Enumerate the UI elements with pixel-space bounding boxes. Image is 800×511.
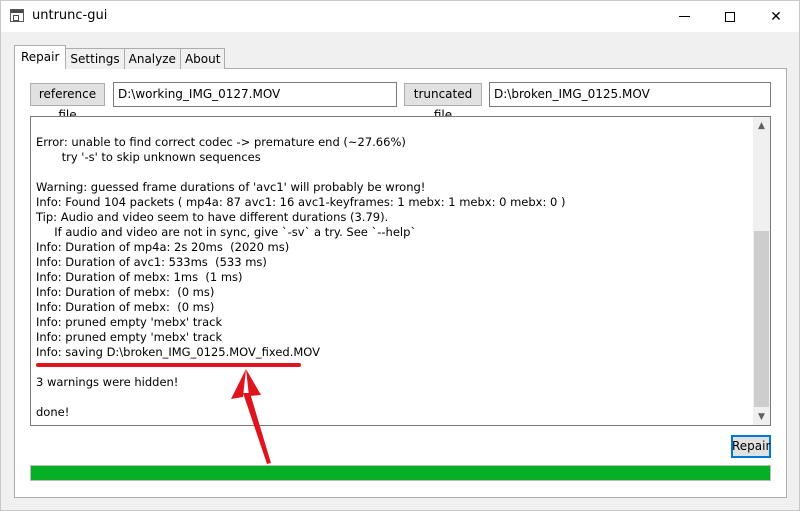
log-line: Info: Duration of avc1: 533ms (533 ms) <box>36 255 267 269</box>
log-lines: Error: unable to find correct codec -> p… <box>36 135 746 420</box>
scroll-down-icon[interactable]: ▼ <box>753 408 770 425</box>
log-line: Info: Duration of mebx: (0 ms) <box>36 300 215 314</box>
tab-analyze[interactable]: Analyze <box>123 48 181 69</box>
log-line: try '-s' to skip unknown sequences <box>36 150 261 164</box>
log-scrollbar[interactable]: ▲ ▼ <box>753 117 770 425</box>
log-output[interactable]: Error: unable to find correct codec -> p… <box>30 116 771 426</box>
arrow-shaft <box>243 393 271 464</box>
log-line: Info: Found 104 packets ( mp4a: 87 avc1:… <box>36 195 566 209</box>
tab-repair[interactable]: Repair <box>14 45 67 69</box>
log-line: If audio and video are not in sync, give… <box>36 225 417 239</box>
log-line: Tip: Audio and video seem to have differ… <box>36 210 389 224</box>
reference-file-field[interactable]: D:\working_IMG_0127.MOV <box>113 82 397 107</box>
log-line: Info: Duration of mebx: 1ms (1 ms) <box>36 270 243 284</box>
red-underline-annotation <box>36 363 301 367</box>
maximize-icon <box>725 11 735 22</box>
log-line: Warning: guessed frame durations of 'avc… <box>36 180 426 194</box>
progress-fill <box>31 466 770 480</box>
truncated-file-field[interactable]: D:\broken_IMG_0125.MOV <box>489 82 771 107</box>
log-line: Error: unable to find correct codec -> p… <box>36 135 406 149</box>
log-line: Info: Duration of mebx: (0 ms) <box>36 285 215 299</box>
scroll-thumb[interactable] <box>754 231 769 407</box>
repair-button[interactable]: Repair <box>731 435 771 458</box>
title-bar: untrunc-gui ✕ <box>1 1 799 32</box>
tab-settings[interactable]: Settings <box>65 48 125 69</box>
log-line: Info: saving D:\broken_IMG_0125.MOV_fixe… <box>36 345 321 359</box>
progress-bar <box>30 465 771 481</box>
reference-file-button[interactable]: reference file <box>30 83 105 122</box>
log-line: Info: pruned empty 'mebx' track <box>36 315 223 329</box>
truncated-file-button[interactable]: truncated file <box>404 83 482 122</box>
red-arrow-up-icon <box>231 369 271 464</box>
log-line: done! <box>36 405 70 419</box>
scroll-up-icon[interactable]: ▲ <box>753 117 770 134</box>
tab-about[interactable]: About <box>179 48 226 69</box>
close-button[interactable]: ✕ <box>753 1 799 32</box>
minimize-button[interactable] <box>661 1 707 32</box>
window-title: untrunc-gui <box>32 8 108 23</box>
log-line: Info: Duration of mp4a: 2s 20ms (2020 ms… <box>36 240 290 254</box>
arrow-head-right <box>246 369 261 396</box>
app-window-icon <box>10 9 24 22</box>
log-line: 3 warnings were hidden! <box>36 375 179 389</box>
minimize-icon <box>678 16 690 17</box>
log-line: Info: pruned empty 'mebx' track <box>36 330 223 344</box>
close-icon: ✕ <box>770 8 782 25</box>
maximize-button[interactable] <box>707 1 753 32</box>
tab-bar: Repair Settings Analyze About <box>14 45 226 69</box>
app-window: untrunc-gui ✕ Repair Settings Analyze Ab… <box>0 0 800 511</box>
